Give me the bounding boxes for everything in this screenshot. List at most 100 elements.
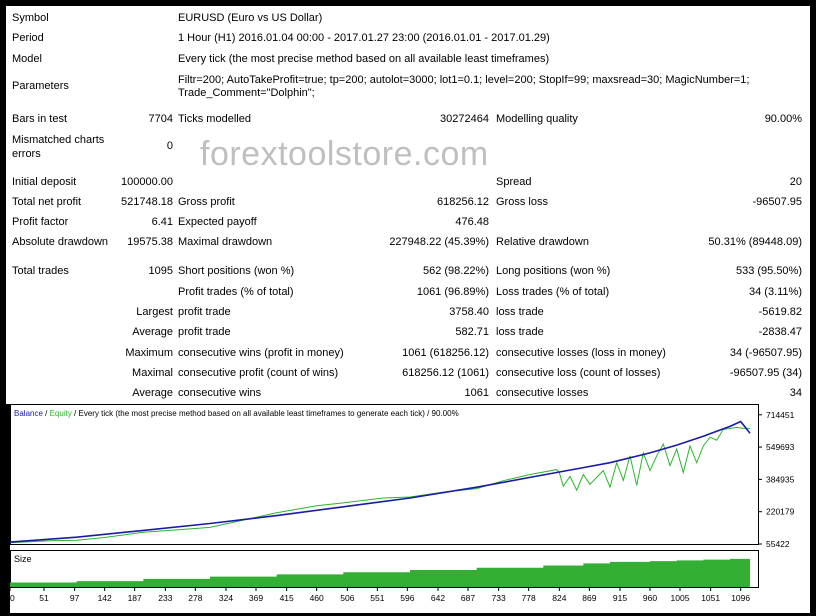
x-tick-label: 51 [39, 593, 49, 603]
trades-value: 1095 [148, 265, 173, 277]
avg-cl-value: 34 [789, 387, 802, 399]
grossprofit-value: 618256.12 [437, 196, 489, 208]
header-label-0: Symbol [12, 12, 49, 24]
maxdd-value: 227948.22 (45.39%) [389, 236, 489, 248]
legend-balance: Balance [14, 409, 43, 418]
x-tick-label: 1005 [671, 593, 690, 603]
x-tick-label: 915 [613, 593, 627, 603]
x-tick-label: 97 [70, 593, 80, 603]
mismatch-value: 0 [166, 140, 173, 152]
legend-equity: Equity [50, 409, 72, 418]
plot-frame [10, 404, 759, 545]
pt-value: 1061 (96.89%) [416, 286, 489, 298]
header-label-3: Parameters [12, 80, 69, 92]
bars-value: 7704 [148, 113, 173, 125]
average-lt-label: loss trade [496, 326, 544, 338]
x-tick-label: 1096 [731, 593, 750, 603]
x-tick-label: 869 [582, 593, 596, 603]
report-panel: Symbol EURUSD (Euro vs US Dollar) Period 1 … [5, 5, 811, 405]
header-label-1: Period [12, 32, 44, 44]
long-value: 533 (95.50%) [735, 265, 802, 277]
x-tick-label: 778 [522, 593, 536, 603]
lt-value: 34 (3.11%) [749, 286, 802, 298]
quality-value: 90.00% [764, 113, 802, 125]
x-tick-label: 506 [340, 593, 354, 603]
x-tick-label: 960 [643, 593, 657, 603]
x-tick-label: 369 [249, 593, 263, 603]
long-label: Long positions (won %) [496, 265, 611, 277]
x-tick-label: 324 [219, 593, 233, 603]
ticks-value: 30272464 [440, 113, 489, 125]
max-cw-label: consecutive wins (profit in money) [178, 347, 344, 359]
x-tick-label: 415 [280, 593, 294, 603]
x-tick-label: 733 [492, 593, 506, 603]
grossloss-value: -96507.95 [752, 196, 802, 208]
avg-cw-value: 1061 [464, 387, 489, 399]
parameters-value-line2: Trade_Comment="Dolphin"; [178, 87, 315, 99]
initial-value: 100000.00 [121, 176, 173, 188]
x-tick-label: 278 [188, 593, 202, 603]
largest-pt-value: 3758.40 [449, 306, 489, 318]
quality-label: Modelling quality [496, 113, 578, 125]
header-value-1: 1 Hour (H1) 2016.01.04 00:00 - 2017.01.2… [178, 32, 550, 44]
x-tick-label: 0 [10, 593, 15, 603]
average-label: Average [132, 326, 173, 338]
payoff-value: 476.48 [455, 216, 489, 228]
grossprofit-label: Gross profit [178, 196, 235, 208]
largest-lt-value: -5619.82 [758, 306, 802, 318]
y-tick-label: 714451 [766, 410, 795, 420]
ticks-label: Ticks modelled [178, 113, 251, 125]
payoff-label: Expected payoff [178, 216, 257, 228]
reldd-label: Relative drawdown [496, 236, 589, 248]
x-tick-label: 142 [98, 593, 112, 603]
largest-pt-label: profit trade [178, 306, 231, 318]
largest-lt-label: loss trade [496, 306, 544, 318]
x-tick-label: 551 [370, 593, 384, 603]
avg-cw-label: consecutive wins [178, 387, 262, 399]
maximal-label: Maximal [132, 367, 173, 379]
average-pt-label: profit trade [178, 326, 231, 338]
header-value-2: Every tick (the most precise method base… [178, 53, 550, 65]
maxdd-label: Maximal drawdown [178, 236, 273, 248]
pt-label: Profit trades (% of total) [178, 286, 294, 298]
mxl-cp-value: 618256.12 (1061) [402, 367, 489, 379]
mxl-cp-label: consecutive profit (count of wins) [178, 367, 339, 379]
average2-label: Average [132, 387, 173, 399]
spread-label: Spread [496, 176, 532, 188]
watermark: forextoolstore.com [200, 135, 489, 173]
absdd-value: 19575.38 [127, 236, 173, 248]
lt-label: Loss trades (% of total) [496, 286, 610, 298]
legend-sep: / [43, 409, 50, 418]
x-tick-label: 460 [310, 593, 324, 603]
header-value-0: EURUSD (Euro vs US Dollar) [178, 12, 323, 24]
y-tick-label: 220179 [766, 507, 795, 517]
average-pt-value: 582.71 [455, 326, 489, 338]
largest-label: Largest [136, 306, 173, 318]
max-cw-value: 1061 (618256.12) [402, 347, 489, 359]
x-tick-label: 642 [431, 593, 445, 603]
x-tick-label: 824 [552, 593, 566, 603]
grossloss-label: Gross loss [496, 196, 548, 208]
x-tick-label: 233 [158, 593, 172, 603]
legend-description: / Every tick (the most precise method ba… [72, 409, 459, 418]
avg-cl-label: consecutive losses [496, 387, 589, 399]
chart-legend: Balance / Equity / Every tick (the most … [14, 409, 459, 418]
x-tick-label: 1051 [701, 593, 720, 603]
short-label: Short positions (won %) [178, 265, 295, 277]
y-tick-label: 55422 [766, 539, 790, 549]
mxl-cl-value: -96507.95 (34) [729, 367, 802, 379]
reldd-value: 50.31% (89448.09) [708, 236, 802, 248]
header-value-3: Filtr=200; AutoTakeProfit=true; tp=200; … [178, 74, 750, 86]
chart-area: Balance / Equity / Every tick (the most … [9, 404, 810, 613]
x-tick-label: 687 [461, 593, 475, 603]
max-cl-label: consecutive losses (loss in money) [496, 347, 666, 359]
short-value: 562 (98.22%) [422, 265, 489, 277]
average-lt-value: -2838.47 [758, 326, 802, 338]
size-label: Size [14, 554, 32, 564]
x-tick-label: 596 [400, 593, 414, 603]
netprofit-value: 521748.18 [121, 196, 173, 208]
header-label-2: Model [12, 53, 42, 65]
x-tick-label: 187 [128, 593, 142, 603]
y-tick-label: 384935 [766, 474, 795, 484]
mxl-cl-label: consecutive loss (count of losses) [496, 367, 661, 379]
